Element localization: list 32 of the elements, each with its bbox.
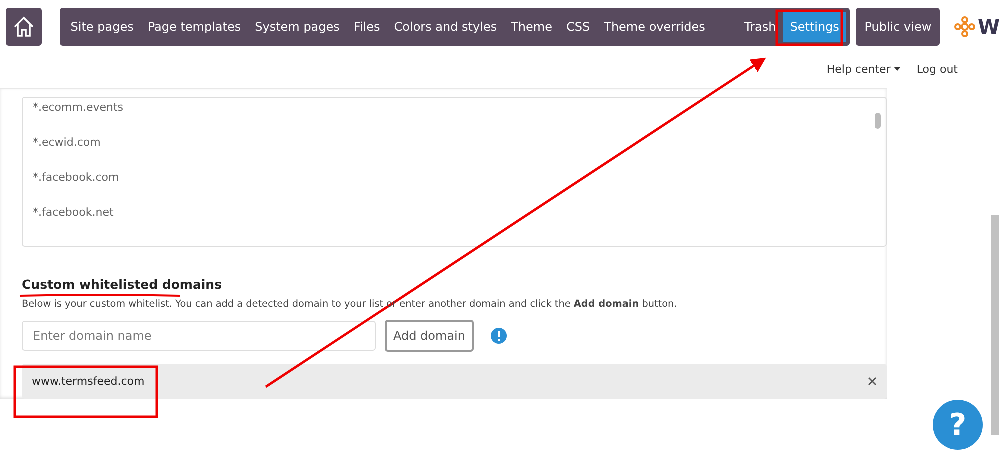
caret-icon (894, 66, 901, 72)
add-domain-button[interactable]: Add domain (385, 320, 474, 352)
domain-input-field[interactable]: Enter domain name (22, 321, 376, 351)
nav-tab[interactable]: Files (346, 12, 388, 42)
domain-text: www.termsfeed.com (32, 375, 145, 388)
help-button[interactable]: ? (933, 400, 983, 450)
public-view-button[interactable]: Public view (856, 8, 940, 46)
nav-tab[interactable]: Settings (783, 12, 846, 42)
nav-tab[interactable]: System pages (248, 12, 347, 42)
flower-logo-icon (954, 16, 976, 38)
home-icon (12, 16, 35, 38)
highlight-frame (776, 10, 844, 46)
domain-list-item[interactable]: *.ecomm.events (33, 98, 886, 133)
section-heading: Custom whitelisted domains (22, 277, 224, 292)
info-icon (491, 328, 507, 344)
nav-tab[interactable]: Theme (504, 12, 560, 42)
close-icon[interactable] (868, 377, 877, 386)
nav-tab[interactable]: CSS (559, 12, 598, 42)
log-out-link[interactable]: Log out (916, 60, 958, 78)
nav-tab[interactable]: Colors and styles (387, 12, 504, 42)
home-button[interactable] (6, 8, 42, 46)
page-scrollbar[interactable] (991, 215, 999, 435)
nav-tab[interactable]: Theme overrides (597, 12, 712, 42)
nav-tab[interactable]: Trash (737, 12, 784, 42)
scrollbar-thumb[interactable] (875, 113, 881, 129)
nav-tab[interactable]: Site pages (64, 12, 141, 42)
logo-text: W (978, 15, 1000, 39)
domain-list-item[interactable]: *.facebook.com (33, 168, 886, 203)
domain-list-item[interactable]: *.ecwid.com (33, 133, 886, 168)
domain-list-item[interactable]: *.facebook.net (33, 203, 886, 238)
nav-tab[interactable]: Page templates (140, 12, 248, 42)
help-center-link[interactable]: Help center (826, 60, 901, 78)
